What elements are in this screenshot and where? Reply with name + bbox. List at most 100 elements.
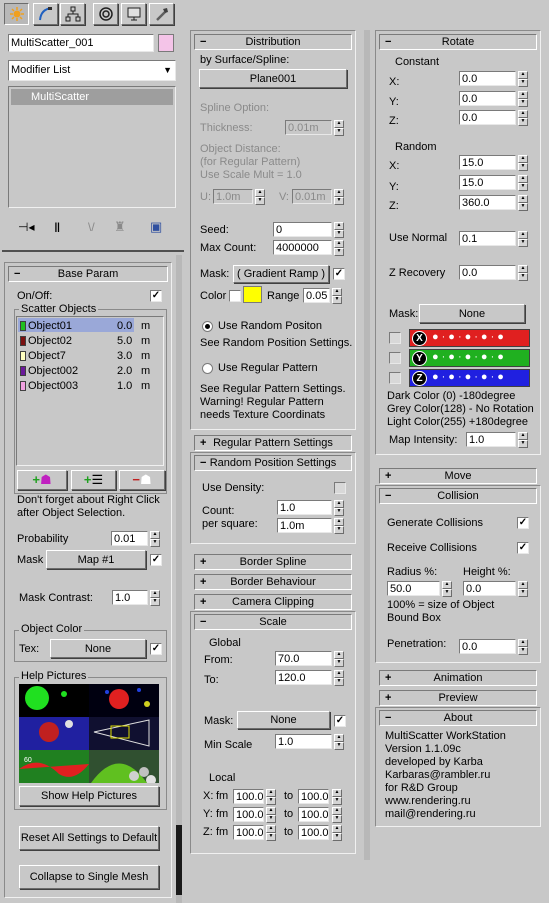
z-recovery-field[interactable]: 0.0 bbox=[459, 265, 516, 280]
local-from-field[interactable]: 100.0 bbox=[233, 807, 264, 822]
dist-mask-checkbox[interactable]: ✓ bbox=[333, 268, 345, 280]
map-intensity-field[interactable]: 1.0 bbox=[466, 432, 516, 447]
random-position-rollout[interactable]: − Random Position Settings bbox=[194, 455, 352, 471]
display-tab-icon[interactable] bbox=[121, 3, 146, 25]
remove-object-button[interactable]: −☗ bbox=[119, 470, 165, 490]
local-from-spinner[interactable]: ▲ ▼ bbox=[266, 789, 276, 805]
camera-clipping-rollout[interactable]: + Camera Clipping bbox=[194, 594, 352, 610]
list-item[interactable]: Object01 0.0 m bbox=[19, 319, 163, 333]
scatter-objects-list[interactable]: Object01 0.0 m Object02 5.0 m Object7 3.… bbox=[16, 316, 164, 466]
modifier-stack-item[interactable]: MultiScatter bbox=[11, 89, 173, 105]
local-to-spinner[interactable]: ▲ ▼ bbox=[332, 825, 342, 841]
base-param-rollout[interactable]: − Base Param bbox=[8, 266, 168, 282]
z-recovery-spinner[interactable]: ▲ ▼ bbox=[518, 265, 528, 281]
receive-collisions-checkbox[interactable]: ✓ bbox=[517, 542, 529, 554]
local-to-spinner[interactable]: ▲ ▼ bbox=[332, 807, 342, 823]
random-x-spinner[interactable]: ▲ ▼ bbox=[518, 155, 528, 171]
generate-collisions-checkbox[interactable]: ✓ bbox=[517, 517, 529, 529]
scale-mask-checkbox[interactable]: ✓ bbox=[334, 715, 346, 727]
local-to-field[interactable]: 100.0 bbox=[298, 789, 329, 804]
tex-map-button[interactable]: None bbox=[50, 639, 146, 658]
about-rollout[interactable]: − About bbox=[379, 710, 537, 726]
min-scale-spinner[interactable]: ▲ ▼ bbox=[334, 734, 344, 750]
left-scrollbar[interactable] bbox=[176, 255, 182, 903]
hierarchy-tab-icon[interactable] bbox=[60, 3, 85, 25]
border-behaviour-rollout[interactable]: + Border Behaviour bbox=[194, 574, 352, 590]
height-spinner[interactable]: ▲ ▼ bbox=[518, 581, 528, 597]
use-random-radio[interactable] bbox=[202, 321, 213, 332]
preview-rollout[interactable]: + Preview bbox=[379, 690, 537, 706]
rotate-rollout[interactable]: − Rotate bbox=[379, 34, 537, 50]
to-spinner[interactable]: ▲ ▼ bbox=[334, 670, 344, 686]
per-square-field[interactable]: 1.0m bbox=[277, 518, 332, 533]
collapse-mesh-button[interactable]: Collapse to Single Mesh bbox=[19, 865, 159, 889]
constant-z-field[interactable]: 0.0 bbox=[459, 110, 516, 125]
motion-tab-icon[interactable] bbox=[93, 3, 118, 25]
height-field[interactable]: 0.0 bbox=[463, 581, 516, 596]
probability-spinner[interactable]: ▲ ▼ bbox=[150, 531, 160, 547]
range-spinner[interactable]: ▲ ▼ bbox=[332, 288, 342, 304]
local-to-field[interactable]: 100.0 bbox=[298, 825, 329, 840]
scale-mask-button[interactable]: None bbox=[237, 711, 330, 729]
radius-field[interactable]: 50.0 bbox=[387, 581, 440, 596]
constant-x-field[interactable]: 0.0 bbox=[459, 71, 516, 86]
seed-field[interactable]: 0 bbox=[273, 222, 332, 237]
count-spinner[interactable]: ▲ ▼ bbox=[334, 500, 344, 516]
create-tab-icon[interactable] bbox=[4, 3, 29, 25]
max-count-spinner[interactable]: ▲ ▼ bbox=[334, 240, 344, 256]
modify-tab-icon[interactable] bbox=[33, 3, 58, 25]
random-z-spinner[interactable]: ▲ ▼ bbox=[518, 195, 528, 211]
constant-x-spinner[interactable]: ▲ ▼ bbox=[518, 71, 528, 87]
color-checkbox[interactable] bbox=[229, 290, 241, 302]
penetration-field[interactable]: 0.0 bbox=[459, 639, 516, 654]
border-spline-rollout[interactable]: + Border Spline bbox=[194, 554, 352, 570]
left-scrollbar-thumb[interactable] bbox=[176, 825, 182, 895]
constant-y-spinner[interactable]: ▲ ▼ bbox=[518, 91, 528, 107]
radius-spinner[interactable]: ▲ ▼ bbox=[442, 581, 452, 597]
local-from-spinner[interactable]: ▲ ▼ bbox=[266, 807, 276, 823]
from-field[interactable]: 70.0 bbox=[275, 651, 332, 666]
animation-rollout[interactable]: + Animation bbox=[379, 670, 537, 686]
object-color-swatch[interactable] bbox=[158, 34, 174, 52]
modifier-stack[interactable]: MultiScatter bbox=[8, 86, 176, 208]
onoff-checkbox[interactable]: ✓ bbox=[150, 290, 162, 302]
axis-map-checkbox[interactable] bbox=[389, 372, 401, 384]
local-to-spinner[interactable]: ▲ ▼ bbox=[332, 789, 342, 805]
random-x-field[interactable]: 15.0 bbox=[459, 155, 516, 170]
middle-scrollbar[interactable] bbox=[364, 30, 370, 860]
penetration-spinner[interactable]: ▲ ▼ bbox=[518, 639, 528, 655]
to-field[interactable]: 120.0 bbox=[275, 670, 332, 685]
distribution-rollout[interactable]: − Distribution bbox=[194, 34, 352, 50]
surface-pick-button[interactable]: Plane001 bbox=[199, 69, 347, 88]
map-intensity-spinner[interactable]: ▲ ▼ bbox=[518, 432, 528, 448]
mask-contrast-spinner[interactable]: ▲ ▼ bbox=[150, 590, 160, 606]
mask-contrast-field[interactable]: 1.0 bbox=[112, 590, 148, 605]
list-item[interactable]: Object002 2.0 m bbox=[19, 364, 163, 378]
from-spinner[interactable]: ▲ ▼ bbox=[334, 651, 344, 667]
tex-checkbox[interactable]: ✓ bbox=[150, 643, 162, 655]
show-help-pictures-button[interactable]: Show Help Pictures bbox=[19, 786, 159, 806]
utilities-tab-icon[interactable] bbox=[149, 3, 174, 25]
move-rollout[interactable]: + Move bbox=[379, 468, 537, 484]
axis-map-checkbox[interactable] bbox=[389, 352, 401, 364]
random-y-field[interactable]: 15.0 bbox=[459, 175, 516, 190]
constant-z-spinner[interactable]: ▲ ▼ bbox=[518, 110, 528, 126]
random-z-field[interactable]: 360.0 bbox=[459, 195, 516, 210]
list-item[interactable]: Object7 3.0 m bbox=[19, 349, 163, 363]
max-count-field[interactable]: 4000000 bbox=[273, 240, 332, 255]
count-field[interactable]: 1.0 bbox=[277, 500, 332, 515]
add-object-button[interactable]: +☗ bbox=[17, 470, 67, 490]
object-name-field[interactable]: MultiScatter_001 bbox=[8, 34, 154, 52]
axis-map-checkbox[interactable] bbox=[389, 332, 401, 344]
per-square-spinner[interactable]: ▲ ▼ bbox=[334, 518, 344, 534]
use-density-checkbox[interactable] bbox=[334, 482, 346, 494]
show-end-result-icon[interactable]: Ⅱ bbox=[54, 220, 60, 236]
range-field[interactable]: 0.05 bbox=[303, 288, 330, 303]
local-to-field[interactable]: 100.0 bbox=[298, 807, 329, 822]
collision-rollout[interactable]: − Collision bbox=[379, 488, 537, 504]
use-normal-spinner[interactable]: ▲ ▼ bbox=[518, 231, 528, 247]
pin-stack-icon[interactable]: ⊣◂ bbox=[18, 220, 34, 234]
probability-field[interactable]: 0.01 bbox=[111, 531, 148, 546]
rotate-mask-button[interactable]: None bbox=[419, 304, 525, 323]
regular-pattern-rollout[interactable]: + Regular Pattern Settings bbox=[194, 435, 352, 451]
